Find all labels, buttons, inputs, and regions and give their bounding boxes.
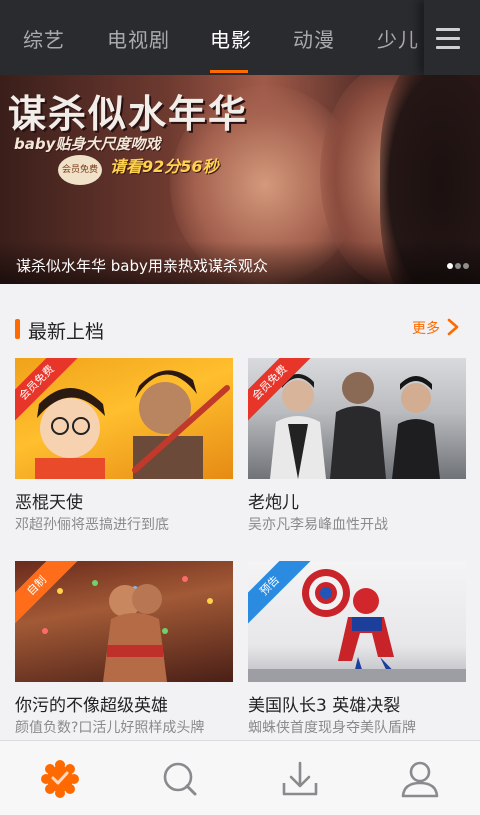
active-tab-indicator xyxy=(210,70,248,73)
movie-description: 邓超孙俪将恶搞进行到底 xyxy=(15,517,169,533)
user-icon[interactable] xyxy=(400,759,440,799)
movie-title[interactable]: 你污的不像超级英雄 xyxy=(15,691,168,716)
banner-poster-tagline: baby贴身大尺度吻戏 xyxy=(14,135,161,153)
movie-card[interactable]: 自制 你污的不像超级英雄 颜值负数?口活儿好照样成头牌 xyxy=(15,561,233,740)
tab-tv-series[interactable]: 电视剧 xyxy=(107,24,170,53)
banner-caption: 谋杀似水年华 baby用亲热戏谋杀观众 xyxy=(16,257,268,275)
download-icon[interactable] xyxy=(280,759,320,799)
top-tab-bar: 综艺 电视剧 电影 动漫 少儿 xyxy=(0,0,480,75)
carousel-indicator xyxy=(447,263,473,271)
carousel-dot[interactable] xyxy=(447,263,453,269)
menu-button[interactable] xyxy=(424,0,480,75)
tab-variety[interactable]: 综艺 xyxy=(23,24,65,53)
movie-thumbnail[interactable]: 预告 xyxy=(248,561,466,682)
movie-title[interactable]: 老炮儿 xyxy=(248,488,299,513)
banner-member-stamp: 会员免费 xyxy=(58,155,102,185)
movie-card[interactable]: 会员免费 老炮儿 吴亦凡李易峰血性开战 xyxy=(248,358,466,538)
carousel-dot[interactable] xyxy=(463,263,469,269)
tab-movies[interactable]: 电影 xyxy=(210,24,252,53)
movie-thumbnail[interactable]: 会员免费 xyxy=(15,358,233,479)
banner-poster-title: 谋杀似水年华 xyxy=(8,91,249,136)
movie-description: 蜘蛛侠首度现身夺美队盾牌 xyxy=(248,720,416,736)
movie-thumbnail[interactable]: 自制 xyxy=(15,561,233,682)
section-accent-bar xyxy=(15,319,20,339)
chevron-right-icon[interactable] xyxy=(446,318,460,336)
movie-description: 吴亦凡李易峰血性开战 xyxy=(248,517,388,533)
banner-poster-timestamp: 请看92分56秒 xyxy=(110,157,219,176)
bottom-navigation xyxy=(0,740,480,815)
tab-anime[interactable]: 动漫 xyxy=(293,24,335,53)
movie-card[interactable]: 预告 美国队长3 英雄决裂 蜘蛛侠首度现身夺美队盾牌 xyxy=(248,561,466,740)
hero-banner[interactable]: 谋杀似水年华 baby贴身大尺度吻戏 会员免费 请看92分56秒 谋杀似水年华 … xyxy=(0,75,480,284)
home-flower-icon[interactable] xyxy=(40,759,80,799)
movie-title[interactable]: 恶棍天使 xyxy=(15,488,83,513)
more-link[interactable]: 更多 xyxy=(412,318,440,338)
movie-description: 颜值负数?口活儿好照样成头牌 xyxy=(15,720,205,736)
movie-thumbnail[interactable]: 会员免费 xyxy=(248,358,466,479)
tab-kids[interactable]: 少儿 xyxy=(377,24,419,53)
category-tabs: 综艺 电视剧 电影 动漫 少儿 xyxy=(0,0,420,75)
carousel-dot[interactable] xyxy=(455,263,461,269)
search-icon[interactable] xyxy=(160,759,200,799)
section-title: 最新上档 xyxy=(28,321,105,343)
movie-title[interactable]: 美国队长3 英雄决裂 xyxy=(248,691,400,716)
movie-card[interactable]: 会员免费 恶棍天使 邓超孙俪将恶搞进行到底 xyxy=(15,358,233,538)
